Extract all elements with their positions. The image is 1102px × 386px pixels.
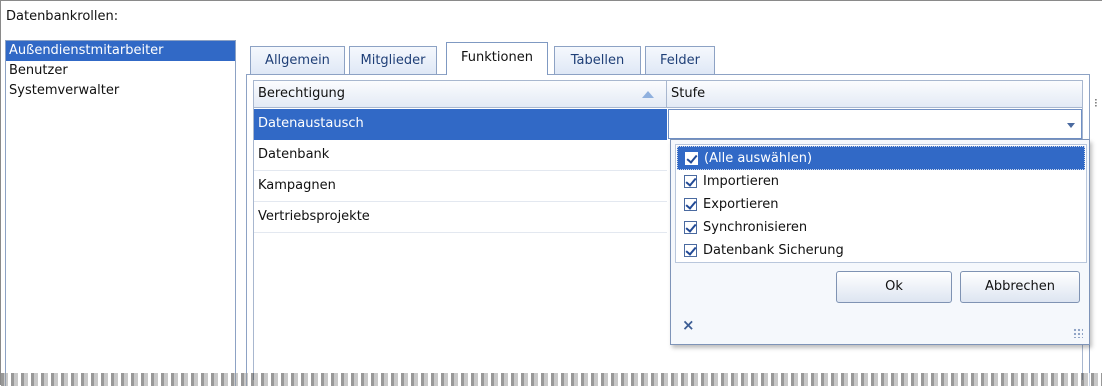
grid-row[interactable]: Kampagnen	[254, 171, 667, 202]
cancel-button[interactable]: Abbrechen	[960, 271, 1080, 303]
grid-header: Berechtigung Stufe	[254, 81, 1082, 108]
roles-list[interactable]: Außendienstmitarbeiter Benutzer Systemve…	[5, 40, 236, 386]
column-header-berechtigung-label: Berechtigung	[258, 86, 346, 101]
cell-berechtigung: Datenaustausch	[258, 116, 364, 131]
checkbox-checked-icon[interactable]	[684, 198, 697, 211]
tab-felder[interactable]: Felder	[645, 46, 715, 74]
checklist-item-label: Importieren	[703, 174, 780, 189]
role-editor-window: Datenbankrollen: Außendienstmitarbeiter …	[0, 0, 1102, 386]
role-item-systemverwalter[interactable]: Systemverwalter	[6, 81, 235, 101]
column-header-stufe[interactable]: Stufe	[667, 81, 1082, 107]
checkbox-checked-icon[interactable]	[684, 221, 697, 234]
ok-button[interactable]: Ok	[836, 271, 952, 303]
stufe-combo-editor[interactable]	[668, 109, 1082, 139]
checklist[interactable]: (Alle auswählen) Importieren Exportieren…	[675, 144, 1087, 263]
checkbox-checked-icon[interactable]	[684, 244, 697, 257]
checklist-item-exportieren[interactable]: Exportieren	[677, 193, 1085, 217]
role-item-aussendienstmitarbeiter[interactable]: Außendienstmitarbeiter	[6, 41, 235, 61]
cell-berechtigung: Vertriebsprojekte	[258, 209, 370, 224]
checklist-item-synchronisieren[interactable]: Synchronisieren	[677, 216, 1085, 240]
resize-grip-icon[interactable]	[1073, 328, 1083, 338]
checkbox-checked-icon[interactable]	[685, 152, 698, 165]
cell-berechtigung: Kampagnen	[258, 178, 336, 193]
cell-berechtigung: Datenbank	[258, 147, 330, 162]
tab-strip: Allgemein Mitglieder Funktionen Tabellen…	[250, 42, 1100, 76]
close-icon[interactable]: ×	[682, 316, 695, 334]
checklist-item-datenbank-sicherung[interactable]: Datenbank Sicherung	[677, 239, 1085, 263]
role-item-benutzer[interactable]: Benutzer	[6, 61, 235, 81]
checkbox-checked-icon[interactable]	[684, 175, 697, 188]
checklist-item-label: Synchronisieren	[703, 220, 808, 235]
torn-edge-decoration	[1, 373, 1102, 386]
checklist-item-label: (Alle auswählen)	[704, 151, 813, 166]
stufe-checklist-popup: (Alle auswählen) Importieren Exportieren…	[670, 139, 1090, 345]
dropdown-arrow-icon[interactable]	[1067, 123, 1075, 128]
roles-label: Datenbankrollen:	[6, 9, 119, 24]
checklist-item-label: Datenbank Sicherung	[703, 243, 844, 258]
grid-row[interactable]: Datenbank	[254, 140, 667, 171]
grid-row[interactable]: Datenaustausch	[254, 109, 667, 140]
tab-mitglieder[interactable]: Mitglieder	[349, 46, 437, 74]
checklist-item-select-all[interactable]: (Alle auswählen)	[677, 146, 1085, 170]
grid-row[interactable]: Vertriebsprojekte	[254, 202, 667, 233]
checklist-item-importieren[interactable]: Importieren	[677, 170, 1085, 194]
tab-allgemein[interactable]: Allgemein	[250, 46, 345, 74]
tab-tabellen[interactable]: Tabellen	[554, 46, 641, 74]
sort-ascending-icon	[642, 91, 654, 98]
column-header-berechtigung[interactable]: Berechtigung	[254, 81, 667, 107]
scrollbar-indicator[interactable]: ⁝	[1094, 96, 1098, 110]
tab-funktionen[interactable]: Funktionen	[446, 42, 548, 75]
checklist-item-label: Exportieren	[703, 197, 779, 212]
